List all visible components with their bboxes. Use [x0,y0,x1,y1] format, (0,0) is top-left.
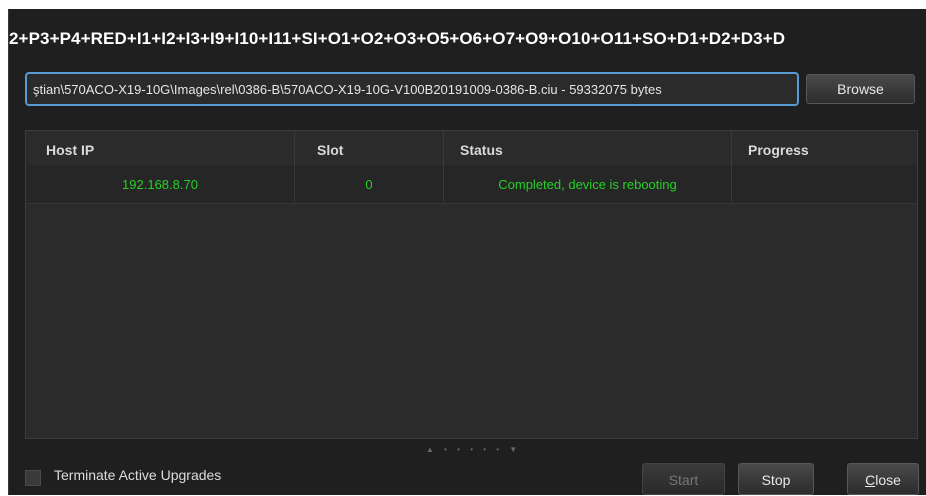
table-row[interactable]: 192.168.8.70 0 Completed, device is rebo… [26,165,917,204]
upgrade-dialog: 2+P3+P4+RED+I1+I2+I3+I9+I10+I11+SI+O1+O2… [8,9,926,495]
close-button-label: lose [875,472,901,488]
image-path-field[interactable]: ştian\570ACO-X19-10G\Images\rel\0386-B\5… [25,72,799,106]
cell-progress [731,165,917,202]
table-header: Host IP Slot Status Progress [26,131,917,166]
browse-button[interactable]: Browse [806,74,915,104]
cell-slot: 0 [294,165,443,202]
cell-host-ip: 192.168.8.70 [122,177,198,192]
terminate-active-upgrades-label: Terminate Active Upgrades [54,467,222,483]
cell-status: Completed, device is rebooting [443,165,731,202]
terminate-active-upgrades-checkbox[interactable] [25,470,41,486]
close-button[interactable]: Close [847,463,919,495]
start-button[interactable]: Start [642,463,725,495]
dialog-title: 2+P3+P4+RED+I1+I2+I3+I9+I10+I11+SI+O1+O2… [9,29,786,48]
column-header-host-ip[interactable]: Host IP [26,131,294,165]
close-button-mnemonic: C [865,472,876,488]
stop-button[interactable]: Stop [738,463,814,495]
resize-handle-icon[interactable]: ▲ • • • • • ▼ [426,445,526,455]
column-header-status[interactable]: Status [443,131,731,165]
column-header-slot[interactable]: Slot [294,131,443,165]
column-header-progress[interactable]: Progress [731,131,917,165]
upgrade-table: Host IP Slot Status Progress 192.168.8.7… [25,130,918,439]
